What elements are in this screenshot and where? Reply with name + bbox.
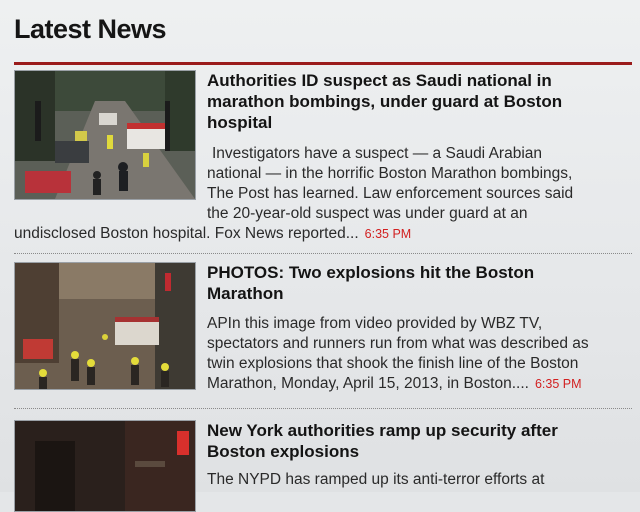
summary-line: undisclosed Boston hospital. Fox News re… bbox=[14, 224, 411, 244]
article-headline[interactable]: Authorities ID suspect as Saudi national… bbox=[207, 70, 597, 133]
article-headline[interactable]: PHOTOS: Two explosions hit the Boston Ma… bbox=[207, 262, 597, 304]
article-item[interactable]: Authorities ID suspect as Saudi national… bbox=[14, 70, 632, 254]
thumbnail-image bbox=[15, 71, 195, 199]
summary-line: spectators and runners run from what was… bbox=[207, 335, 589, 352]
summary-line: twin explosions that shook the finish li… bbox=[207, 355, 579, 372]
article-item[interactable]: New York authorities ramp up security af… bbox=[14, 420, 632, 512]
section-title: Latest News bbox=[14, 14, 167, 44]
article-timestamp: 6:35 PM bbox=[534, 377, 582, 391]
section-header: Latest News bbox=[14, 10, 632, 65]
article-separator bbox=[14, 408, 632, 409]
thumbnail-image bbox=[15, 421, 195, 511]
article-timestamp: 6:35 PM bbox=[364, 227, 412, 241]
summary-line: The Post has learned. Law enforcement so… bbox=[207, 185, 574, 202]
summary-line: APIn this image from video provided by W… bbox=[207, 315, 543, 332]
article-thumbnail[interactable] bbox=[14, 262, 196, 390]
article-thumbnail[interactable] bbox=[14, 420, 196, 512]
summary-line: national — in the horrific Boston Marath… bbox=[207, 165, 573, 182]
summary-line: Marathon, Monday, April 15, 2013, in Bos… bbox=[207, 374, 582, 394]
summary-line: the 20-year-old suspect was under guard … bbox=[207, 205, 528, 222]
article-item[interactable]: PHOTOS: Two explosions hit the Boston Ma… bbox=[14, 262, 632, 412]
thumbnail-image bbox=[15, 263, 195, 389]
article-separator bbox=[14, 253, 632, 254]
summary-line-text: undisclosed Boston hospital. Fox News re… bbox=[14, 225, 359, 242]
article-thumbnail[interactable] bbox=[14, 70, 196, 200]
summary-line-text: Marathon, Monday, April 15, 2013, in Bos… bbox=[207, 375, 529, 392]
article-headline[interactable]: New York authorities ramp up security af… bbox=[207, 420, 597, 462]
summary-line: The NYPD has ramped up its anti-terror e… bbox=[207, 471, 545, 488]
screen: Latest News Authorities ID suspect as Sa… bbox=[0, 0, 640, 512]
summary-line: Investigators have a suspect — a Saudi A… bbox=[212, 145, 543, 162]
